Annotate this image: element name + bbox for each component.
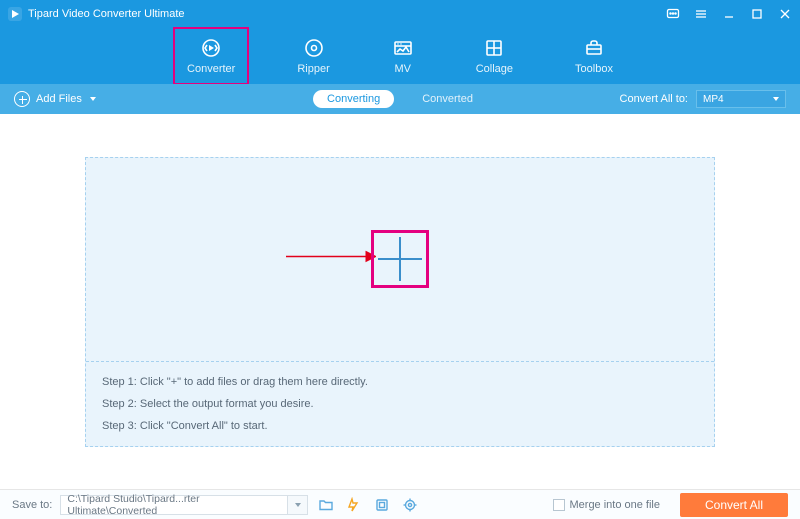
tab-label: Ripper [297, 63, 329, 75]
add-files-label: Add Files [36, 93, 82, 105]
maximize-icon[interactable] [750, 7, 764, 21]
convert-all-button[interactable]: Convert All [680, 493, 788, 517]
status-segment: Converting Converted [313, 90, 487, 108]
toolbox-icon [583, 37, 605, 59]
step-3-text: Step 3: Click "Convert All" to start. [102, 420, 698, 432]
tab-mv[interactable]: MV [384, 33, 422, 79]
settings-icon[interactable] [400, 495, 420, 515]
titlebar: Tipard Video Converter Ultimate [0, 0, 800, 28]
chevron-down-icon [773, 97, 779, 101]
ripper-icon [303, 37, 325, 59]
steps-panel: Step 1: Click "+" to add files or drag t… [86, 361, 714, 446]
step-2-text: Step 2: Select the output format you des… [102, 398, 698, 410]
feedback-icon[interactable] [666, 7, 680, 21]
dropzone[interactable]: Step 1: Click "+" to add files or drag t… [85, 157, 715, 447]
close-icon[interactable] [778, 7, 792, 21]
dropzone-top [86, 158, 714, 361]
collage-icon [483, 37, 505, 59]
app-title: Tipard Video Converter Ultimate [28, 8, 666, 20]
app-logo-icon [8, 7, 22, 21]
main-area: Step 1: Click "+" to add files or drag t… [0, 114, 800, 489]
save-to-label: Save to: [12, 499, 52, 511]
mv-icon [392, 37, 414, 59]
main-tabs: Converter Ripper MV Collage Toolbox [0, 28, 800, 84]
menu-icon[interactable] [694, 7, 708, 21]
tab-label: MV [394, 63, 411, 75]
tab-converted[interactable]: Converted [408, 90, 487, 108]
merge-checkbox[interactable]: Merge into one file [553, 499, 661, 511]
tab-toolbox[interactable]: Toolbox [567, 33, 621, 79]
format-value: MP4 [703, 94, 724, 105]
tab-label: Converter [187, 63, 235, 75]
save-path-field[interactable]: C:\Tipard Studio\Tipard...rter Ultimate\… [60, 495, 288, 515]
convert-all-to-label: Convert All to: [620, 93, 688, 105]
tab-ripper[interactable]: Ripper [289, 33, 337, 79]
chevron-down-icon [90, 97, 96, 101]
tab-label: Collage [476, 63, 513, 75]
step-1-text: Step 1: Click "+" to add files or drag t… [102, 376, 698, 388]
tab-collage[interactable]: Collage [468, 33, 521, 79]
add-files-plus-button[interactable] [374, 233, 426, 285]
tab-converting[interactable]: Converting [313, 90, 394, 108]
annotation-arrow-icon [286, 250, 376, 269]
toolbar: Add Files Converting Converted Convert A… [0, 84, 800, 114]
tab-label: Toolbox [575, 63, 613, 75]
output-format-select[interactable]: MP4 [696, 90, 786, 108]
footer: Save to: C:\Tipard Studio\Tipard...rter … [0, 489, 800, 519]
add-files-button[interactable]: Add Files [14, 91, 96, 107]
checkbox-icon [553, 499, 565, 511]
save-path-dropdown[interactable] [288, 495, 308, 515]
plus-circle-icon [14, 91, 30, 107]
merge-label: Merge into one file [570, 499, 661, 511]
converter-icon [200, 37, 222, 59]
tab-converter[interactable]: Converter [179, 33, 243, 79]
open-folder-icon[interactable] [316, 495, 336, 515]
speed-icon[interactable] [344, 495, 364, 515]
gpu-icon[interactable] [372, 495, 392, 515]
minimize-icon[interactable] [722, 7, 736, 21]
